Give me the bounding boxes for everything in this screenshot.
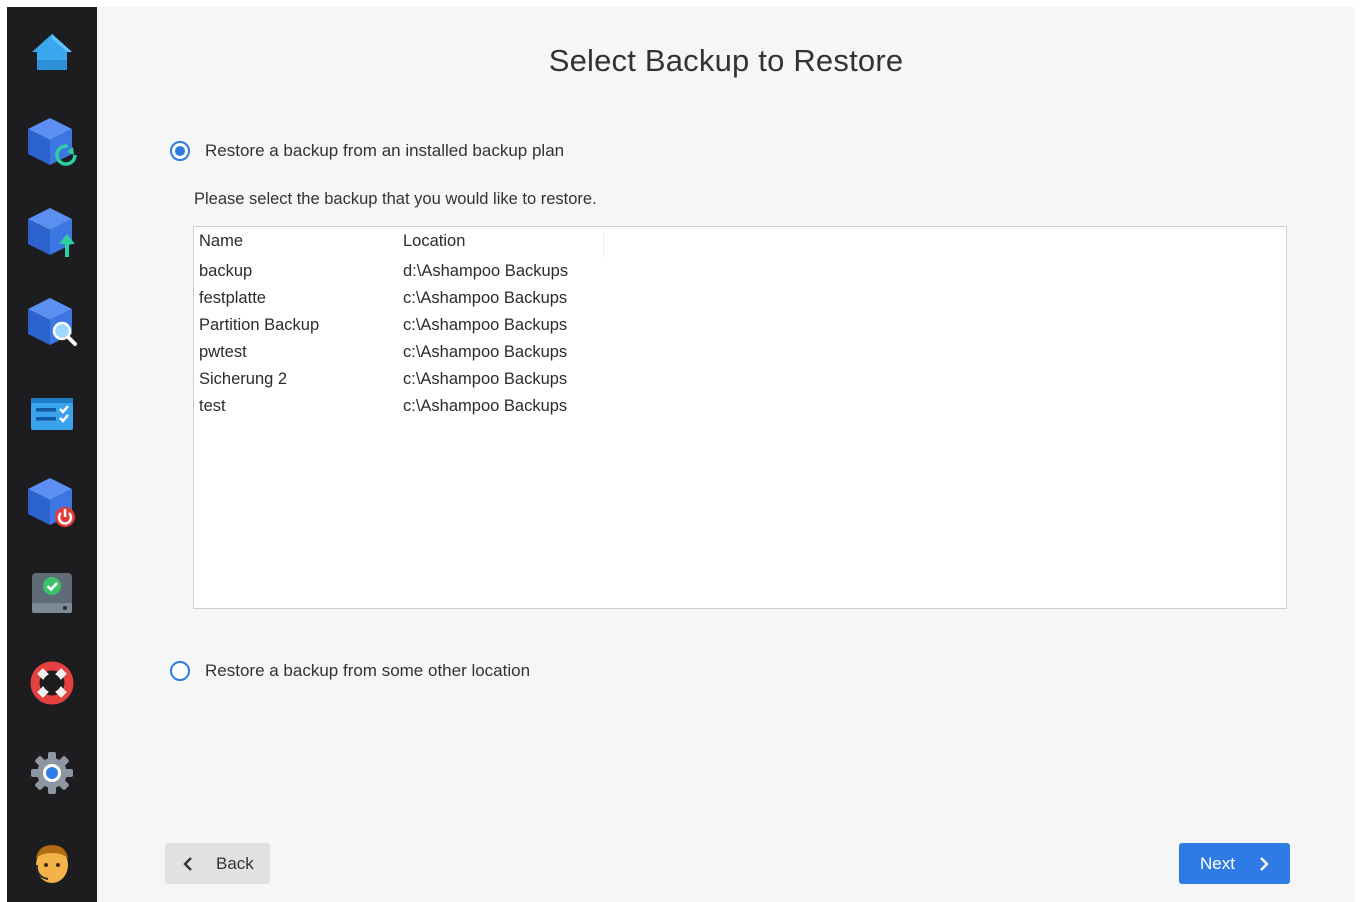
column-header-location[interactable]: Location <box>403 232 604 257</box>
sidebar <box>7 7 97 902</box>
main-panel: Select Backup to Restore Restore a backu… <box>97 7 1355 902</box>
backup-table[interactable]: Name Location backup d:\Ashampoo Backups… <box>193 226 1287 609</box>
backup-search-icon[interactable] <box>21 292 83 354</box>
page-title: Select Backup to Restore <box>548 43 904 78</box>
next-button-label: Next <box>1200 853 1235 873</box>
row-name: pwtest <box>199 343 247 361</box>
option-other-location-label: Restore a backup from some other locatio… <box>205 661 531 680</box>
row-name: festplatte <box>199 289 266 307</box>
row-location: c:\Ashampoo Backups <box>403 316 568 334</box>
next-button[interactable]: Next <box>1179 843 1290 884</box>
row-name: test <box>199 397 226 415</box>
drive-check-icon[interactable] <box>21 562 83 624</box>
row-location: c:\Ashampoo Backups <box>403 397 568 415</box>
chevron-left-icon <box>181 856 195 872</box>
table-row[interactable]: test c:\Ashampoo Backups <box>199 393 1279 420</box>
row-location: c:\Ashampoo Backups <box>403 289 568 307</box>
back-button-label: Back <box>216 853 254 873</box>
backup-upload-icon[interactable] <box>21 202 83 264</box>
checklist-icon[interactable] <box>21 382 83 444</box>
row-name: backup <box>199 262 253 280</box>
chevron-right-icon <box>1257 856 1271 872</box>
radio-unselected[interactable] <box>170 661 190 681</box>
support-avatar-icon[interactable] <box>21 832 83 894</box>
table-row[interactable]: pwtest c:\Ashampoo Backups <box>199 339 1279 366</box>
table-row[interactable]: festplatte c:\Ashampoo Backups <box>199 285 1279 312</box>
app-window: Select Backup to Restore Restore a backu… <box>7 7 1355 902</box>
option-other-location-radio[interactable]: Restore a backup from some other locatio… <box>170 661 530 681</box>
table-header: Name Location <box>199 232 604 257</box>
row-location: d:\Ashampoo Backups <box>403 262 569 280</box>
row-name: Partition Backup <box>199 316 320 334</box>
backup-power-icon[interactable] <box>21 472 83 534</box>
table-row[interactable]: Partition Backup c:\Ashampoo Backups <box>199 312 1279 339</box>
row-location: c:\Ashampoo Backups <box>403 343 568 361</box>
radio-selected[interactable] <box>170 141 190 161</box>
instruction-text: Please select the backup that you would … <box>194 190 597 208</box>
column-header-name[interactable]: Name <box>199 232 403 257</box>
lifebuoy-icon[interactable] <box>21 652 83 714</box>
row-location: c:\Ashampoo Backups <box>403 370 568 388</box>
back-button[interactable]: Back <box>165 843 270 884</box>
table-row[interactable]: backup d:\Ashampoo Backups <box>199 258 1279 285</box>
row-name: Sicherung 2 <box>199 370 288 388</box>
home-icon[interactable] <box>21 22 83 84</box>
table-row[interactable]: Sicherung 2 c:\Ashampoo Backups <box>199 366 1279 393</box>
backup-refresh-icon[interactable] <box>21 112 83 174</box>
option-installed-plan-label: Restore a backup from an installed backu… <box>205 141 565 160</box>
gear-icon[interactable] <box>21 742 83 804</box>
option-installed-plan-radio[interactable]: Restore a backup from an installed backu… <box>170 141 564 161</box>
